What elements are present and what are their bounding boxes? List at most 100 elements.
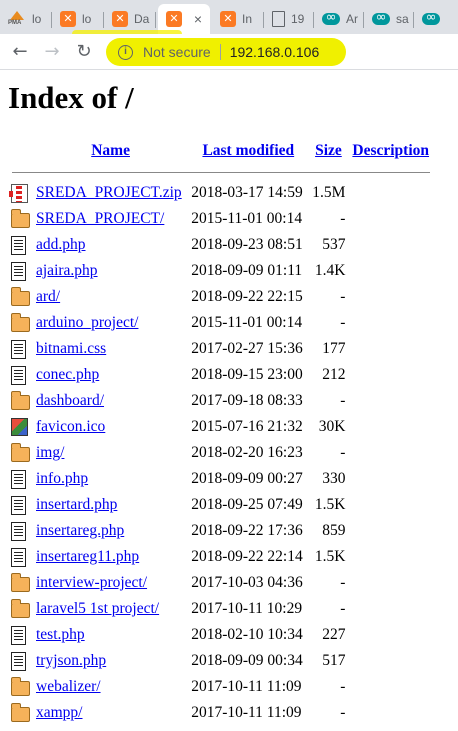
row-modified: 2018-03-17 14:59 bbox=[191, 184, 303, 201]
file-link[interactable]: insertareg11.php bbox=[36, 548, 139, 565]
row-description bbox=[349, 544, 432, 570]
browser-toolbar: ← → ↻ i Not secure 192.168.0.106 bbox=[0, 34, 458, 70]
file-link[interactable]: add.php bbox=[36, 236, 86, 253]
header-rule bbox=[10, 164, 432, 180]
row-name-cell: xampp/ bbox=[34, 700, 187, 726]
file-link[interactable]: dashboard/ bbox=[36, 392, 104, 409]
row-name-cell: webalizer/ bbox=[34, 674, 187, 700]
row-size: - bbox=[340, 600, 346, 617]
row-description bbox=[349, 310, 432, 336]
row-icon-cell bbox=[10, 336, 32, 362]
row-modified: 2018-02-10 10:34 bbox=[191, 626, 303, 643]
row-icon-cell bbox=[10, 440, 32, 466]
forward-icon[interactable]: → bbox=[40, 40, 64, 64]
row-size: 1.5M bbox=[312, 184, 346, 201]
file-link[interactable]: SREDA_PROJECT.zip bbox=[36, 184, 182, 201]
file-link[interactable]: interview-project/ bbox=[36, 574, 147, 591]
row-modified: 2018-09-15 23:00 bbox=[191, 366, 303, 383]
tab-6[interactable]: Ar bbox=[314, 4, 364, 34]
row-icon-cell bbox=[10, 674, 32, 700]
table-row: ajaira.php 2018-09-09 01:11 1.4K bbox=[10, 258, 432, 284]
table-row: SREDA_PROJECT.zip 2018-03-17 14:59 1.5M bbox=[9, 180, 432, 206]
file-link[interactable]: SREDA_PROJECT/ bbox=[36, 210, 164, 227]
table-row: info.php 2018-09-09 00:27 330 bbox=[10, 466, 432, 492]
tab-title: lo bbox=[32, 12, 42, 26]
row-name-cell: tryjson.php bbox=[34, 648, 187, 674]
row-modified: 2018-09-23 08:51 bbox=[191, 236, 303, 253]
file-link[interactable]: laravel5 1st project/ bbox=[36, 600, 159, 617]
file-link[interactable]: bitnami.css bbox=[36, 340, 106, 357]
reload-icon[interactable]: ↻ bbox=[72, 40, 96, 64]
tab-close-icon[interactable]: × bbox=[194, 11, 202, 27]
name-column-header: Name bbox=[34, 138, 187, 164]
row-modified: 2015-11-01 00:14 bbox=[191, 314, 303, 331]
row-description bbox=[349, 648, 432, 674]
tab-title: Ar bbox=[346, 12, 358, 26]
row-size: 1.4K bbox=[314, 262, 346, 279]
folder-icon bbox=[11, 391, 30, 411]
back-icon[interactable]: ← bbox=[8, 40, 32, 64]
row-description bbox=[349, 232, 432, 258]
row-modified: 2018-09-09 00:27 bbox=[191, 470, 303, 487]
row-size: 212 bbox=[322, 366, 346, 383]
file-link[interactable]: ard/ bbox=[36, 288, 60, 305]
tab-8[interactable] bbox=[414, 4, 458, 34]
url-text[interactable]: 192.168.0.106 bbox=[230, 44, 320, 60]
file-link[interactable]: test.php bbox=[36, 626, 85, 643]
tab-title: 19 bbox=[291, 12, 305, 26]
tab-strip: PMA lo lo Da × In 19 Ar sa bbox=[0, 0, 458, 34]
file-link[interactable]: conec.php bbox=[36, 366, 99, 383]
file-link[interactable]: img/ bbox=[36, 444, 64, 461]
row-description bbox=[349, 258, 432, 284]
sort-by-description-link[interactable]: Description bbox=[352, 142, 429, 159]
row-name-cell: interview-project/ bbox=[34, 570, 187, 596]
text-file-icon bbox=[11, 339, 26, 359]
folder-icon bbox=[11, 573, 30, 593]
file-link[interactable]: insertard.php bbox=[36, 496, 117, 513]
xampp-icon bbox=[166, 11, 182, 27]
row-size: - bbox=[340, 210, 346, 227]
row-description bbox=[349, 492, 432, 518]
tab-5[interactable]: 19 bbox=[264, 4, 314, 34]
file-link[interactable]: xampp/ bbox=[36, 704, 83, 721]
row-icon-cell bbox=[10, 492, 32, 518]
address-bar[interactable]: i Not secure 192.168.0.106 bbox=[106, 38, 346, 66]
file-link[interactable]: insertareg.php bbox=[36, 522, 124, 539]
row-icon-cell bbox=[10, 232, 32, 258]
sort-by-modified-link[interactable]: Last modified bbox=[202, 142, 294, 159]
file-link[interactable]: favicon.ico bbox=[36, 418, 105, 435]
icon-column-header bbox=[10, 138, 32, 164]
text-file-icon bbox=[11, 521, 26, 541]
row-size: - bbox=[340, 392, 346, 409]
file-link[interactable]: webalizer/ bbox=[36, 678, 101, 695]
sort-by-name-link[interactable]: Name bbox=[91, 142, 130, 159]
row-icon-cell bbox=[10, 544, 32, 570]
file-link[interactable]: ajaira.php bbox=[36, 262, 98, 279]
folder-icon bbox=[11, 287, 30, 307]
row-name-cell: insertareg11.php bbox=[34, 544, 187, 570]
file-link[interactable]: tryjson.php bbox=[36, 652, 106, 669]
row-description bbox=[349, 440, 432, 466]
row-description bbox=[349, 622, 432, 648]
row-size: - bbox=[340, 704, 346, 721]
tab-0[interactable]: PMA lo bbox=[0, 4, 52, 34]
row-modified: 2015-11-01 00:14 bbox=[191, 210, 303, 227]
row-icon-cell bbox=[10, 518, 32, 544]
text-file-icon bbox=[11, 625, 26, 645]
text-file-icon bbox=[11, 261, 26, 281]
row-description bbox=[349, 466, 432, 492]
info-icon[interactable]: i bbox=[118, 44, 133, 60]
file-link[interactable]: info.php bbox=[36, 470, 88, 487]
row-description bbox=[349, 362, 432, 388]
row-icon-cell bbox=[10, 284, 32, 310]
page-icon bbox=[272, 11, 285, 27]
tab-title: sa bbox=[396, 12, 409, 26]
arduino-icon bbox=[322, 10, 340, 25]
folder-icon bbox=[11, 313, 30, 333]
tab-4[interactable]: In bbox=[212, 4, 264, 34]
file-link[interactable]: arduino_project/ bbox=[36, 314, 138, 331]
row-modified: 2017-10-11 11:09 bbox=[191, 704, 302, 721]
tab-7[interactable]: sa bbox=[364, 4, 414, 34]
folder-icon bbox=[11, 703, 30, 723]
sort-by-size-link[interactable]: Size bbox=[315, 142, 342, 159]
